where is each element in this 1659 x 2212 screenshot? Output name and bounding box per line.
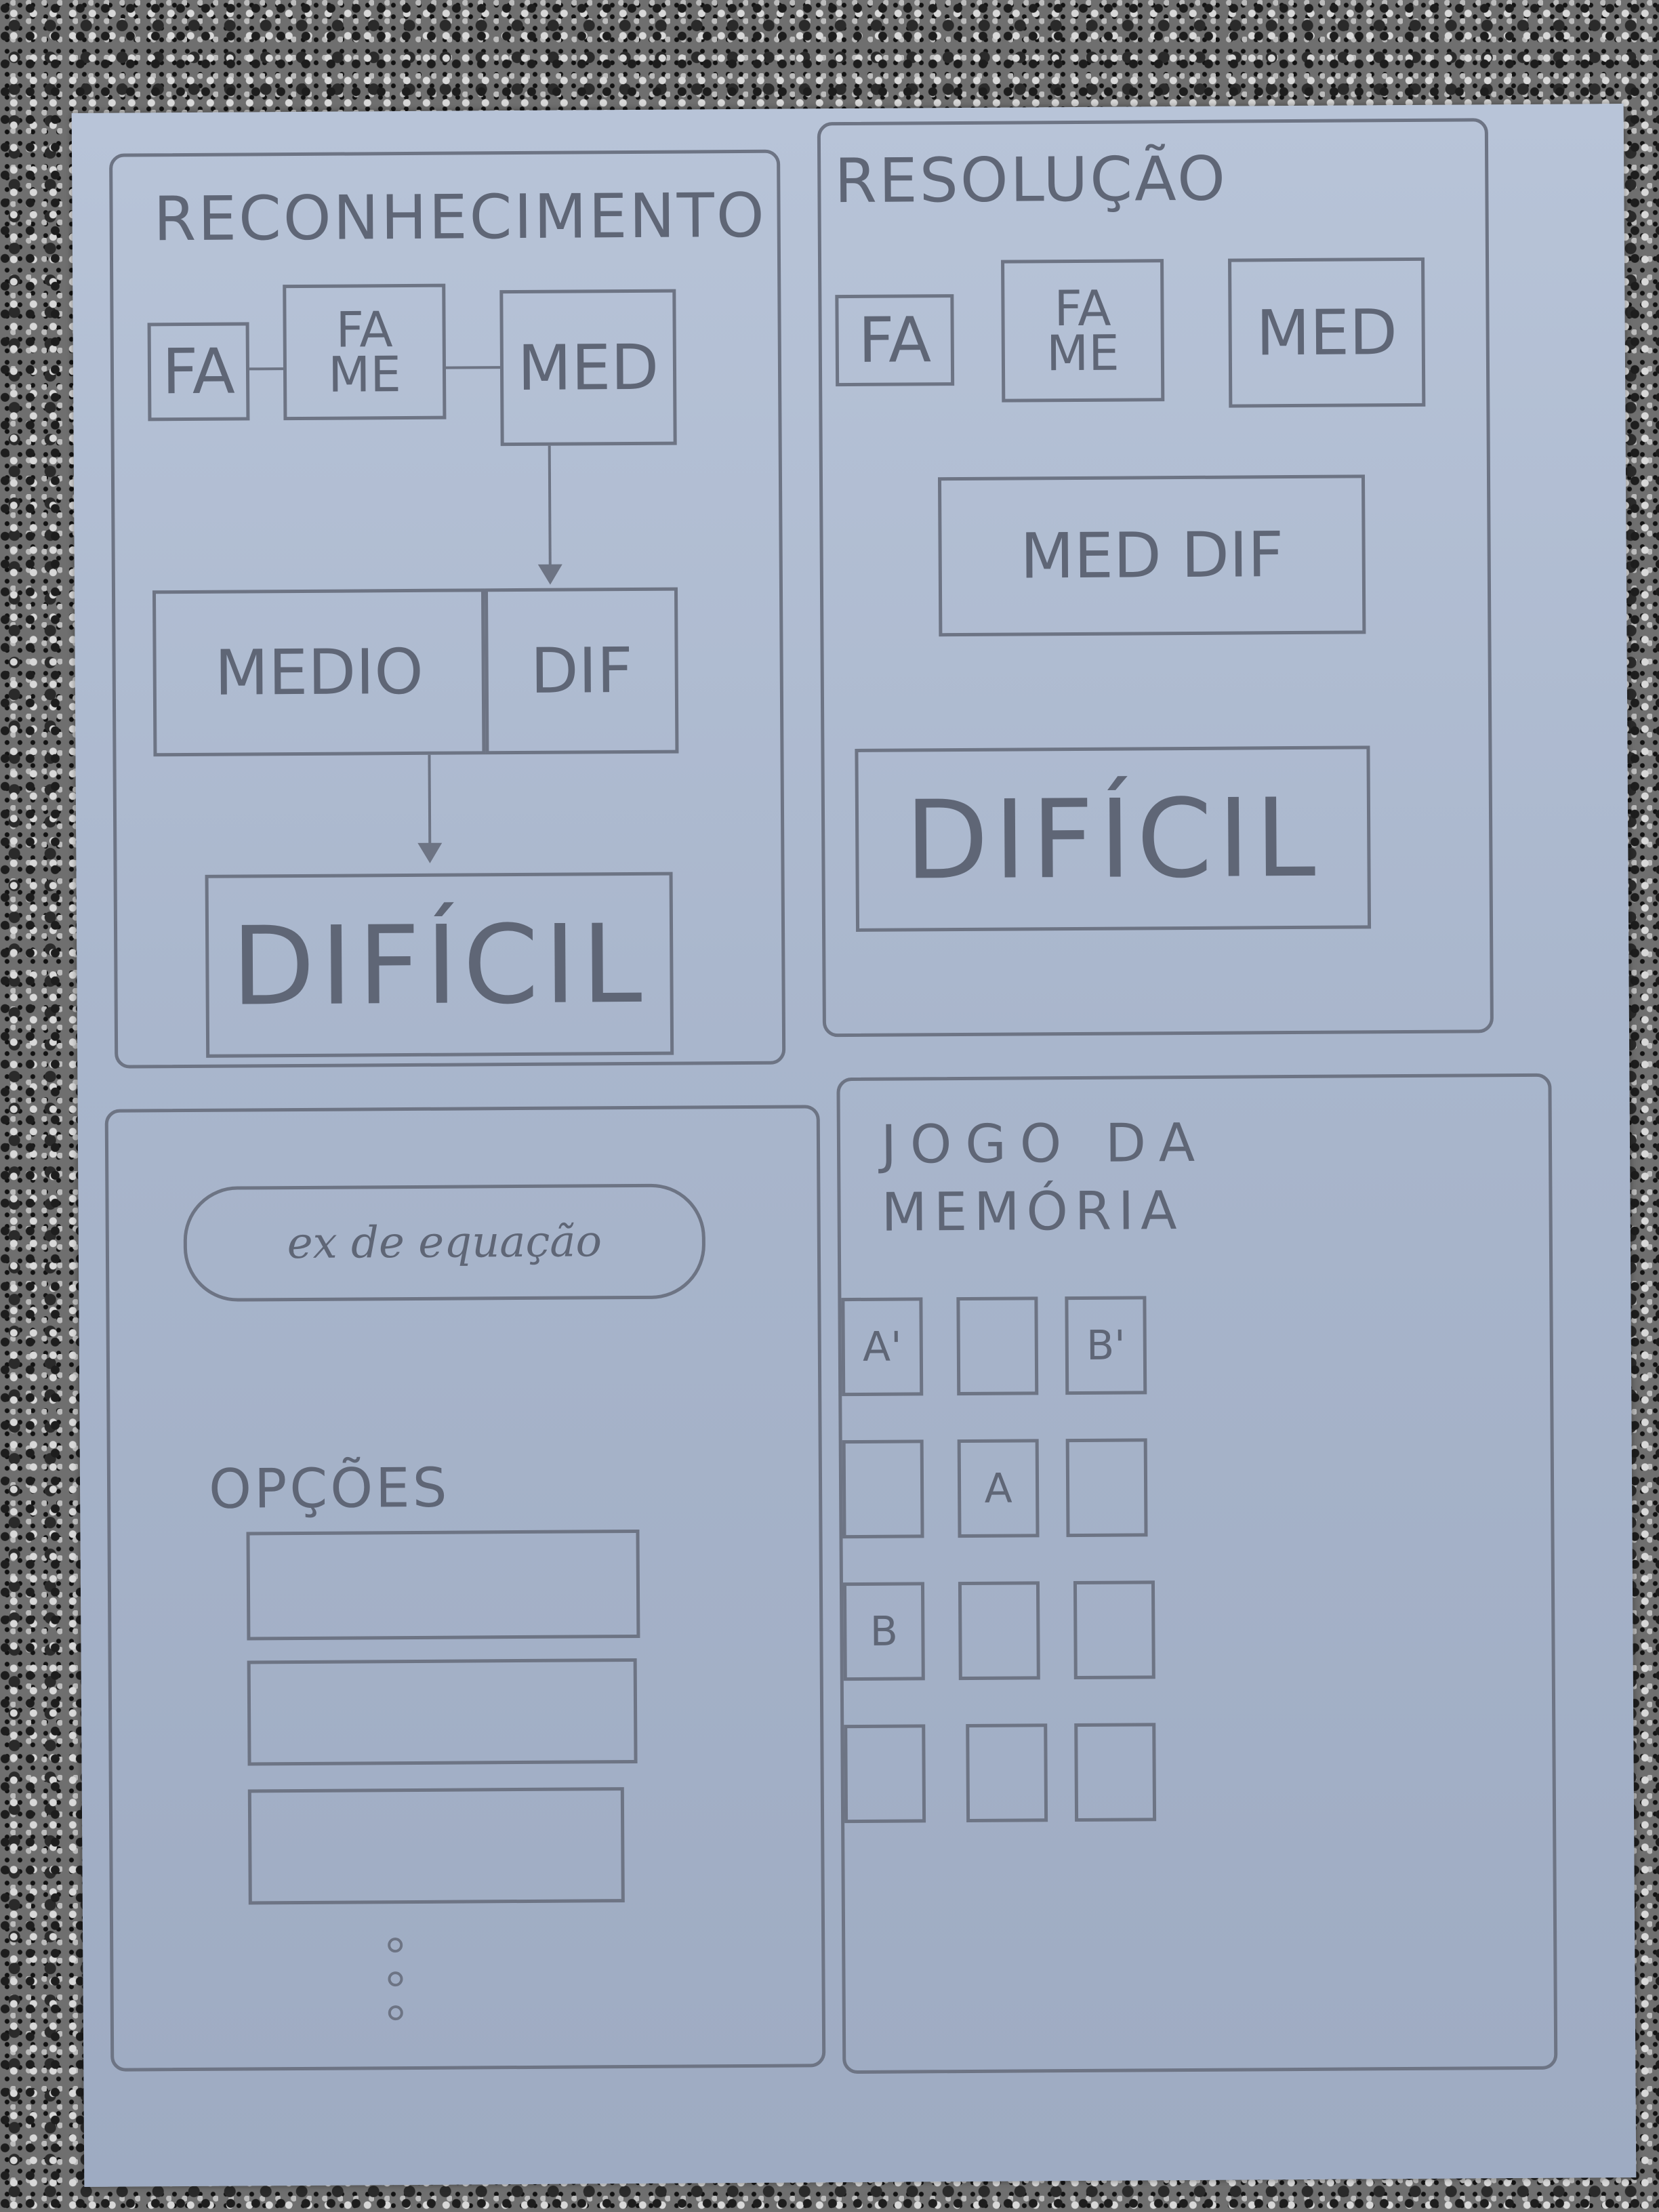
level-fa-button[interactable]: FA — [835, 294, 955, 387]
panel-jogo-memoria: JOGO DA MEMÓRIA A' B' A B — [836, 1073, 1558, 2074]
panel-resolucao: RESOLUÇÃO FA FA ME MED MED DIF DIFÍCIL — [817, 118, 1494, 1038]
level-dificil-button[interactable]: DIFÍCIL — [855, 745, 1372, 932]
memory-card[interactable] — [966, 1723, 1048, 1823]
jogo-title-line2: MEMÓRIA — [881, 1181, 1184, 1244]
option-button[interactable] — [247, 1658, 638, 1766]
memory-card[interactable] — [842, 1439, 924, 1539]
option-button[interactable] — [246, 1529, 640, 1641]
memory-card[interactable]: B' — [1065, 1296, 1147, 1395]
memory-card[interactable] — [1065, 1438, 1148, 1538]
arrow-line — [428, 754, 432, 846]
level-fame-button[interactable]: FA ME — [283, 283, 447, 421]
level-med-button[interactable]: MED — [499, 289, 677, 447]
memory-card[interactable] — [958, 1581, 1040, 1681]
memory-card[interactable] — [956, 1296, 1039, 1396]
options-label: OPÇÕES — [208, 1456, 450, 1521]
option-button[interactable] — [247, 1787, 625, 1905]
arrow-head-icon — [537, 564, 562, 585]
panel-reconhecimento: RECONHECIMENTO FA FA ME MED MEDIO DIF DI… — [109, 149, 786, 1069]
memory-card[interactable] — [1073, 1580, 1155, 1680]
memory-card[interactable] — [1074, 1723, 1157, 1822]
sketch-paper: RECONHECIMENTO FA FA ME MED MEDIO DIF DI… — [71, 104, 1637, 2187]
arrow-line — [548, 445, 552, 568]
memory-card[interactable]: A' — [841, 1297, 924, 1397]
level-fame-button[interactable]: FA ME — [1001, 259, 1165, 403]
memory-card[interactable]: A — [957, 1439, 1040, 1538]
arrow-head-icon — [417, 842, 443, 863]
level-med-button[interactable]: MED — [1228, 257, 1426, 408]
memory-card[interactable] — [844, 1724, 926, 1824]
memory-card[interactable]: B — [842, 1582, 925, 1681]
more-dot-icon — [388, 1938, 403, 1953]
level-medio-button[interactable]: MEDIO — [152, 588, 486, 757]
equation-example: ex de equação — [183, 1183, 706, 1303]
connector-line — [445, 366, 500, 369]
jogo-title-line1: JOGO DA — [880, 1112, 1209, 1176]
level-med-dif-button[interactable]: MED DIF — [937, 474, 1366, 637]
reconhecimento-title: RECONHECIMENTO — [153, 180, 766, 255]
level-dificil-button[interactable]: DIFÍCIL — [205, 872, 674, 1058]
more-dot-icon — [388, 2005, 403, 2021]
resolucao-title: RESOLUÇÃO — [834, 143, 1228, 218]
connector-line — [249, 367, 283, 371]
more-dot-icon — [388, 1971, 403, 1987]
panel-equacao: ex de equação OPÇÕES — [104, 1105, 826, 2072]
level-dif-button[interactable]: DIF — [484, 587, 679, 755]
level-fa-button[interactable]: FA — [147, 322, 250, 422]
